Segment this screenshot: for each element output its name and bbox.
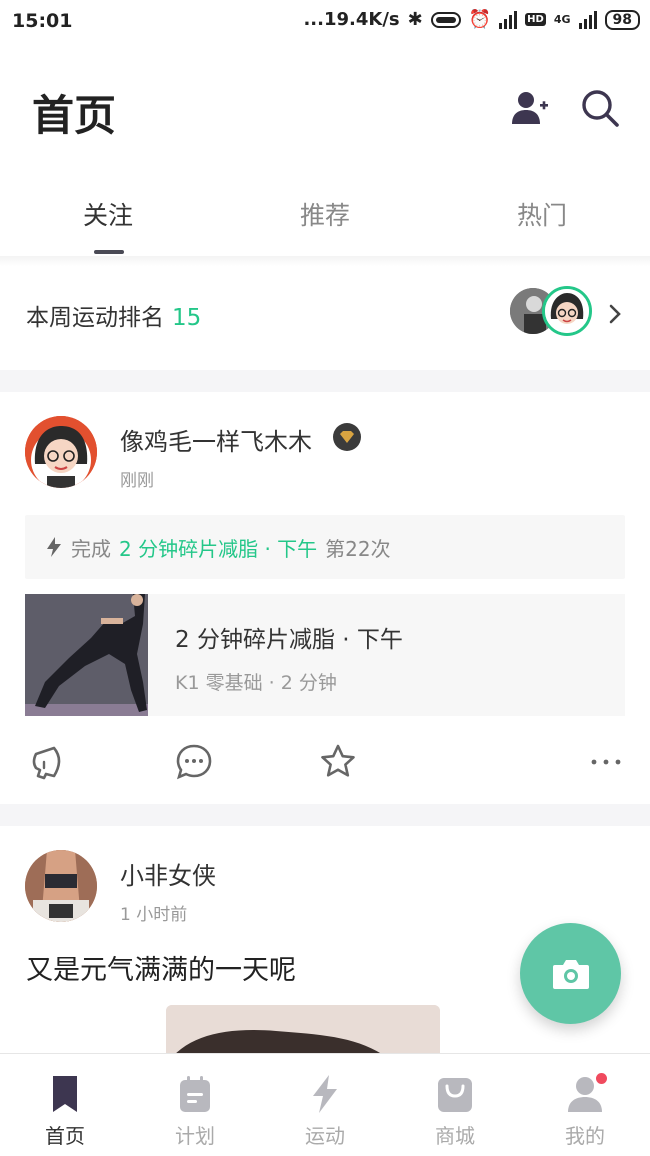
nav-item-plan[interactable]: 计划	[130, 1054, 260, 1156]
nav-item-store[interactable]: 商城	[390, 1054, 520, 1156]
completion-count: 第22次	[325, 536, 391, 561]
tab-recommended[interactable]: 推荐	[217, 196, 433, 232]
notification-dot	[596, 1073, 607, 1084]
post-username[interactable]: 小非女侠	[120, 856, 216, 891]
home-bookmark-icon	[53, 1076, 77, 1112]
chevron-right-icon[interactable]	[604, 302, 626, 326]
calendar-plan-icon	[180, 1076, 210, 1112]
course-title: 2 分钟碎片减脂 · 下午	[175, 627, 403, 653]
weekly-rank-label: 本周运动排名	[26, 305, 164, 331]
shopping-bag-icon	[438, 1078, 472, 1112]
add-friend-icon[interactable]	[510, 88, 550, 128]
status-right: ...19.4K/s ✱ ⏰ HD 4G 98	[303, 9, 640, 30]
tab-active-indicator	[94, 250, 124, 254]
status-bar: 15:01 ...19.4K/s ✱ ⏰ HD 4G 98	[0, 0, 650, 44]
post-time: 刚刚	[120, 471, 154, 491]
nav-item-profile[interactable]: 我的	[520, 1054, 650, 1156]
avatar[interactable]	[25, 416, 97, 488]
comment-icon[interactable]	[174, 742, 214, 782]
battery-icon: 98	[604, 9, 640, 30]
cheer-icon[interactable]	[30, 742, 70, 782]
search-icon[interactable]	[580, 88, 620, 128]
toggle-icon	[430, 11, 461, 28]
nav-item-home[interactable]: 首页	[0, 1054, 130, 1156]
post-text: 又是元气满满的一天呢	[26, 955, 296, 986]
completion-bar[interactable]: 完成 2 分钟碎片减脂 · 下午 第22次	[25, 515, 625, 579]
tabs-divider	[0, 256, 650, 266]
lightning-icon	[313, 1075, 337, 1113]
post-time: 1 小时前	[120, 905, 188, 925]
post-username[interactable]: 像鸡毛一样飞木木	[120, 422, 312, 457]
course-card[interactable]: 2 分钟碎片减脂 · 下午 K1 零基础 · 2 分钟	[25, 594, 625, 716]
rank-avatar-2	[542, 286, 592, 336]
completion-course: 2 分钟碎片减脂 · 下午	[119, 536, 318, 561]
nav-label: 商城	[435, 1124, 475, 1148]
nav-item-workout[interactable]: 运动	[260, 1054, 390, 1156]
network-speed: ...19.4K/s	[303, 9, 400, 30]
weekly-rank-value: 15	[172, 305, 202, 331]
status-time: 15:01	[12, 10, 73, 32]
signal-icon-2	[578, 10, 597, 29]
bluetooth-icon: ✱	[407, 9, 423, 30]
section-gap	[0, 370, 650, 392]
favorite-icon[interactable]	[318, 742, 358, 782]
nav-label: 运动	[305, 1124, 345, 1148]
weekly-rank-text: 本周运动排名 15	[26, 298, 201, 332]
tab-following[interactable]: 关注	[0, 196, 216, 232]
camera-icon	[552, 959, 589, 989]
tab-popular[interactable]: 热门	[434, 196, 650, 232]
bottom-nav: 首页 计划 运动 商城 我的	[0, 1053, 650, 1156]
hd-icon: HD	[525, 13, 546, 26]
course-subtitle: K1 零基础 · 2 分钟	[175, 672, 337, 694]
nav-label: 我的	[565, 1124, 605, 1148]
lightning-icon	[47, 537, 61, 557]
page-title: 首页	[32, 91, 117, 140]
signal-4g-label: 4G	[553, 13, 571, 26]
section-gap	[0, 804, 650, 826]
signal-icon	[499, 10, 518, 29]
course-thumbnail	[25, 594, 148, 716]
nav-label: 计划	[175, 1124, 215, 1148]
diamond-badge-icon	[333, 423, 361, 451]
nav-label: 首页	[45, 1124, 85, 1148]
alarm-icon: ⏰	[468, 9, 492, 30]
more-icon[interactable]	[586, 742, 626, 782]
camera-fab-button[interactable]	[520, 923, 621, 1024]
avatar[interactable]	[25, 850, 97, 922]
completion-prefix: 完成	[71, 536, 111, 561]
